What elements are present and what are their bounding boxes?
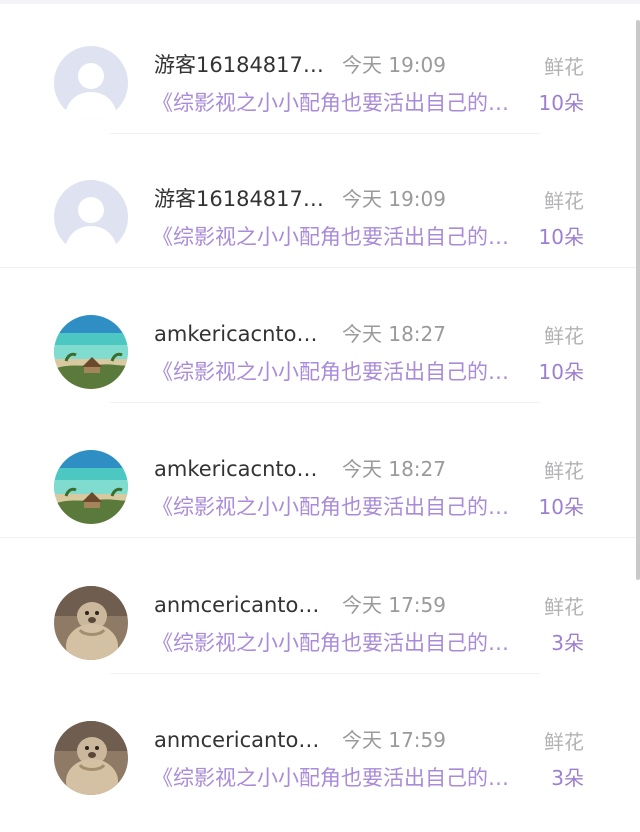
row-divider: [110, 402, 540, 403]
list-item[interactable]: 游客16184817… 今天 19:09 鲜花 《综影视之小小配角也要活出自己的…: [0, 0, 640, 134]
gift-count: 10朵: [538, 91, 584, 115]
gift-type-label: 鲜花: [544, 324, 584, 348]
default-avatar-icon[interactable]: [54, 180, 128, 254]
username[interactable]: anmcericanto…: [154, 591, 324, 619]
book-title-link[interactable]: 《综影视之小小配角也要活出自己的…: [152, 222, 532, 252]
list-item[interactable]: 游客16184817… 今天 19:09 鲜花 《综影视之小小配角也要活出自己的…: [0, 134, 640, 268]
gift-type-label: 鲜花: [544, 189, 584, 213]
animal-avatar-icon[interactable]: [54, 586, 128, 660]
gift-type-label: 鲜花: [544, 595, 584, 619]
list-item[interactable]: anmcericanto… 今天 17:59 鲜花 《综影视之小小配角也要活出自…: [0, 540, 640, 674]
row-divider: [110, 673, 540, 674]
timestamp: 今天 19:09: [342, 187, 446, 211]
gift-type-label: 鲜花: [544, 55, 584, 79]
book-title-link[interactable]: 《综影视之小小配角也要活出自己的…: [152, 628, 532, 658]
animal-avatar-icon[interactable]: [54, 721, 128, 795]
scrollbar[interactable]: [636, 20, 640, 580]
row-divider: [0, 537, 636, 538]
gift-count: 10朵: [538, 495, 584, 519]
timestamp: 今天 18:27: [342, 457, 446, 481]
list-item[interactable]: amkericacnto… 今天 18:27 鲜花 《综影视之小小配角也要活出自…: [0, 269, 640, 403]
timestamp: 今天 17:59: [342, 728, 446, 752]
username[interactable]: amkericacnto…: [154, 320, 324, 348]
timestamp: 今天 18:27: [342, 322, 446, 346]
timestamp: 今天 19:09: [342, 53, 446, 77]
username[interactable]: anmcericanto…: [154, 726, 324, 754]
beach-avatar-icon[interactable]: [54, 450, 128, 524]
username[interactable]: 游客16184817…: [154, 51, 324, 79]
default-avatar-icon[interactable]: [54, 46, 128, 120]
beach-avatar-icon[interactable]: [54, 315, 128, 389]
gift-records-page: 游客16184817… 今天 19:09 鲜花 《综影视之小小配角也要活出自己的…: [0, 0, 640, 832]
timestamp: 今天 17:59: [342, 593, 446, 617]
gift-count: 3朵: [551, 631, 584, 655]
book-title-link[interactable]: 《综影视之小小配角也要活出自己的…: [152, 357, 532, 387]
username[interactable]: amkericacnto…: [154, 455, 324, 483]
list-item[interactable]: anmcericanto… 今天 17:59 鲜花 《综影视之小小配角也要活出自…: [0, 675, 640, 809]
book-title-link[interactable]: 《综影视之小小配角也要活出自己的…: [152, 492, 532, 522]
book-title-link[interactable]: 《综影视之小小配角也要活出自己的…: [152, 88, 532, 118]
gift-count: 10朵: [538, 360, 584, 384]
gift-count: 3朵: [551, 766, 584, 790]
list-item[interactable]: amkericacnto… 今天 18:27 鲜花 《综影视之小小配角也要活出自…: [0, 404, 640, 538]
gift-type-label: 鲜花: [544, 459, 584, 483]
book-title-link[interactable]: 《综影视之小小配角也要活出自己的…: [152, 763, 532, 793]
gift-count: 10朵: [538, 225, 584, 249]
gift-type-label: 鲜花: [544, 730, 584, 754]
row-divider: [0, 267, 636, 268]
username[interactable]: 游客16184817…: [154, 185, 324, 213]
